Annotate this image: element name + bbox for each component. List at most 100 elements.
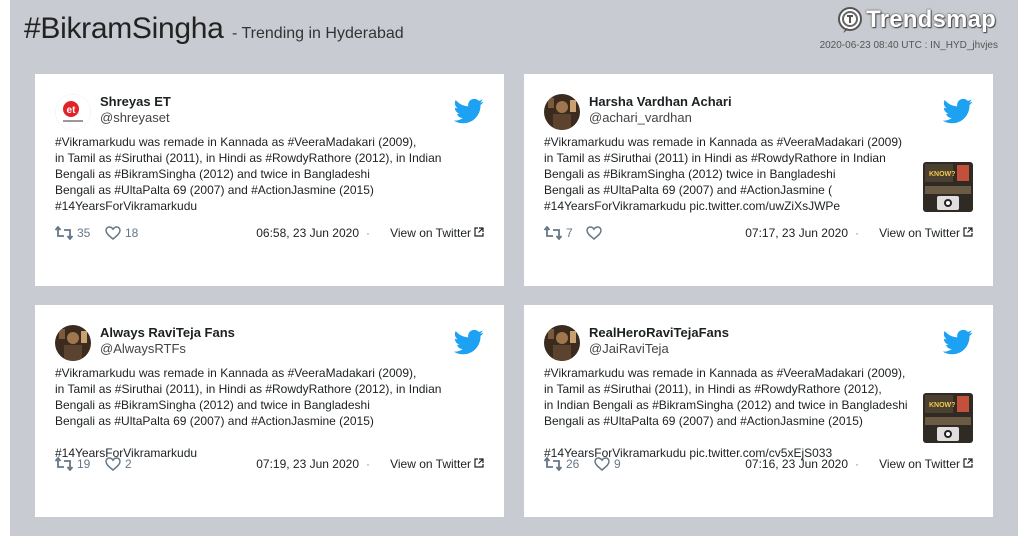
tweet-text-line	[55, 429, 415, 445]
avatar[interactable]	[544, 325, 580, 361]
trending-subtitle: - Trending in Hyderabad	[232, 25, 404, 42]
like-stat[interactable]	[586, 226, 606, 240]
tweet-author-name[interactable]: RealHeroRaviTejaFans	[589, 325, 729, 340]
separator-dot: ·	[855, 457, 859, 471]
view-on-twitter-label: View on Twitter	[879, 457, 960, 471]
tweet-text-line: #14YearsForVikramarkudu	[55, 199, 198, 213]
tweet-text-line: in Indian Bengali as #BikramSingha (2012…	[544, 398, 908, 412]
like-stat[interactable]: 9	[594, 457, 621, 471]
tweet-time[interactable]: 06:58, 23 Jun 2020	[256, 226, 359, 240]
avatar[interactable]	[55, 325, 91, 361]
external-link-icon	[474, 457, 484, 471]
retweet-stat[interactable]: 35	[55, 226, 90, 240]
twitter-bird-icon[interactable]	[942, 96, 973, 126]
tweet-text-line: #Vikramarkudu was remade in Kannada as #…	[544, 366, 906, 380]
tweet-card[interactable]: RealHeroRaviTejaFans @JaiRaviTeja #Vikrama…	[524, 305, 993, 517]
tweet-text-line: #Vikramarkudu was remade in Kannada as #…	[544, 135, 902, 149]
tweet-footer: 19 2 07:19, 23 Jun 2020 · View on Twitter	[55, 457, 484, 473]
view-on-twitter-label: View on Twitter	[390, 226, 471, 240]
retweet-count: 26	[566, 457, 580, 471]
view-on-twitter-link[interactable]: View on Twitter	[879, 226, 973, 240]
avatar[interactable]	[544, 94, 580, 130]
trendsmap-logo[interactable]: Trendsmap	[836, 6, 996, 34]
separator-dot: ·	[366, 226, 370, 240]
retweet-stat[interactable]: 26	[544, 457, 579, 471]
retweet-icon	[55, 457, 73, 471]
hashtag-title[interactable]: #BikramSingha	[24, 12, 224, 45]
tweet-card[interactable]: et Shreyas ET @shreyaset #Vikramarkudu was …	[35, 74, 504, 286]
like-stat[interactable]: 2	[105, 457, 132, 471]
external-link-icon	[963, 226, 973, 240]
svg-text:KNOW?: KNOW?	[929, 171, 955, 178]
retweet-icon	[55, 226, 73, 240]
tweet-footer: 35 18 06:58, 23 Jun 2020 · View on Twitter	[55, 226, 484, 242]
trendsmap-logo-text: Trendsmap	[866, 6, 996, 33]
twitter-bird-icon[interactable]	[942, 327, 973, 357]
tweet-text: #Vikramarkudu was remade in Kannada as #…	[544, 365, 908, 461]
avatar[interactable]: et	[55, 94, 91, 130]
tweet-author-handle[interactable]: @AlwaysRTFs	[100, 341, 186, 356]
twitter-bird-icon[interactable]	[453, 327, 484, 357]
timestamp-meta: 2020-06-23 08:40 UTC : IN_HYD_jhvjes	[819, 40, 998, 51]
tweet-author-handle[interactable]: @JaiRaviTeja	[589, 341, 669, 356]
heart-icon	[594, 457, 610, 471]
tweet-text-line: Bengali as #BikramSingha (2012) and twic…	[55, 167, 370, 181]
view-on-twitter-link[interactable]: View on Twitter	[390, 226, 484, 240]
tweet-text-line: Bengali as #UltaPalta 69 (2007) and #Act…	[544, 183, 833, 197]
tweet-author-name[interactable]: Harsha Vardhan Achari	[589, 94, 732, 109]
view-on-twitter-label: View on Twitter	[879, 226, 960, 240]
view-on-twitter-link[interactable]: View on Twitter	[390, 457, 484, 471]
tweet-author-name[interactable]: Always RaviTeja Fans	[100, 325, 235, 340]
tweet-media-thumbnail[interactable]: KNOW?	[923, 162, 973, 212]
tweet-text-line: Bengali as #BikramSingha (2012) and twic…	[55, 398, 370, 412]
tweet-text: #Vikramarkudu was remade in Kannada as #…	[55, 134, 442, 214]
heart-icon	[105, 457, 121, 471]
tweet-author-handle[interactable]: @shreyaset	[100, 110, 170, 125]
view-on-twitter-link[interactable]: View on Twitter	[879, 457, 973, 471]
trendsmap-frame: #BikramSingha - Trending in Hyderabad Tr…	[10, 0, 1018, 536]
heart-icon	[586, 226, 602, 240]
trendsmap-logo-icon	[838, 7, 863, 33]
tweet-text-line: in Tamil as #Siruthai (2011), in Hindi a…	[55, 151, 442, 165]
heart-icon	[105, 226, 121, 240]
svg-text:et: et	[67, 105, 77, 116]
external-link-icon	[963, 457, 973, 471]
tweet-text-line: Bengali as #UltaPalta 69 (2007) and #Act…	[55, 183, 374, 197]
tweet-author-name[interactable]: Shreyas ET	[100, 94, 171, 109]
like-stat[interactable]: 18	[105, 226, 138, 240]
tweet-text-line: Bengali as #BikramSingha (2012) twice in…	[544, 167, 836, 181]
tweet-card[interactable]: Harsha Vardhan Achari @achari_vardhan #Vik…	[524, 74, 993, 286]
like-count: 18	[125, 226, 139, 240]
tweet-text: #Vikramarkudu was remade in Kannada as #…	[55, 365, 442, 461]
tweet-time[interactable]: 07:19, 23 Jun 2020	[256, 457, 359, 471]
retweet-count: 35	[77, 226, 91, 240]
view-on-twitter-label: View on Twitter	[390, 457, 471, 471]
separator-dot: ·	[366, 457, 370, 471]
tweet-text-line: Bengali as #UltaPalta 69 (2007) and #Act…	[544, 414, 863, 428]
retweet-stat[interactable]: 19	[55, 457, 90, 471]
tweet-text-line	[544, 429, 904, 445]
separator-dot: ·	[855, 226, 859, 240]
page-title: #BikramSingha - Trending in Hyderabad	[24, 12, 404, 46]
retweet-icon	[544, 226, 562, 240]
tweet-author-handle[interactable]: @achari_vardhan	[589, 110, 692, 125]
twitter-bird-icon[interactable]	[453, 96, 484, 126]
tweet-time[interactable]: 07:16, 23 Jun 2020	[745, 457, 848, 471]
retweet-stat[interactable]: 7	[544, 226, 573, 240]
tweet-text-line: #14YearsForVikramarkudu pic.twitter.com/…	[544, 199, 841, 213]
tweet-text-line: Bengali as #UltaPalta 69 (2007) and #Act…	[55, 414, 374, 428]
retweet-icon	[544, 457, 562, 471]
svg-text:KNOW?: KNOW?	[929, 402, 955, 409]
tweet-footer: 26 9 07:16, 23 Jun 2020 · View on Twitter	[544, 457, 973, 473]
like-count: 2	[125, 457, 132, 471]
tweet-text-line: in Tamil as #Siruthai (2011) in Hindi as…	[544, 151, 886, 165]
tweet-time[interactable]: 07:17, 23 Jun 2020	[745, 226, 848, 240]
tweet-text-line: in Tamil as #Siruthai (2011), in Hindi a…	[55, 382, 442, 396]
tweet-card[interactable]: Always RaviTeja Fans @AlwaysRTFs #Vikramar…	[35, 305, 504, 517]
like-count: 9	[614, 457, 621, 471]
tweet-footer: 7 07:17, 23 Jun 2020 · View on Twitter	[544, 226, 973, 242]
tweet-text: #Vikramarkudu was remade in Kannada as #…	[544, 134, 904, 214]
tweet-text-line: in Tamil as #Siruthai (2011), in Hindi a…	[544, 382, 882, 396]
tweet-media-thumbnail[interactable]: KNOW?	[923, 393, 973, 443]
retweet-count: 7	[566, 226, 573, 240]
